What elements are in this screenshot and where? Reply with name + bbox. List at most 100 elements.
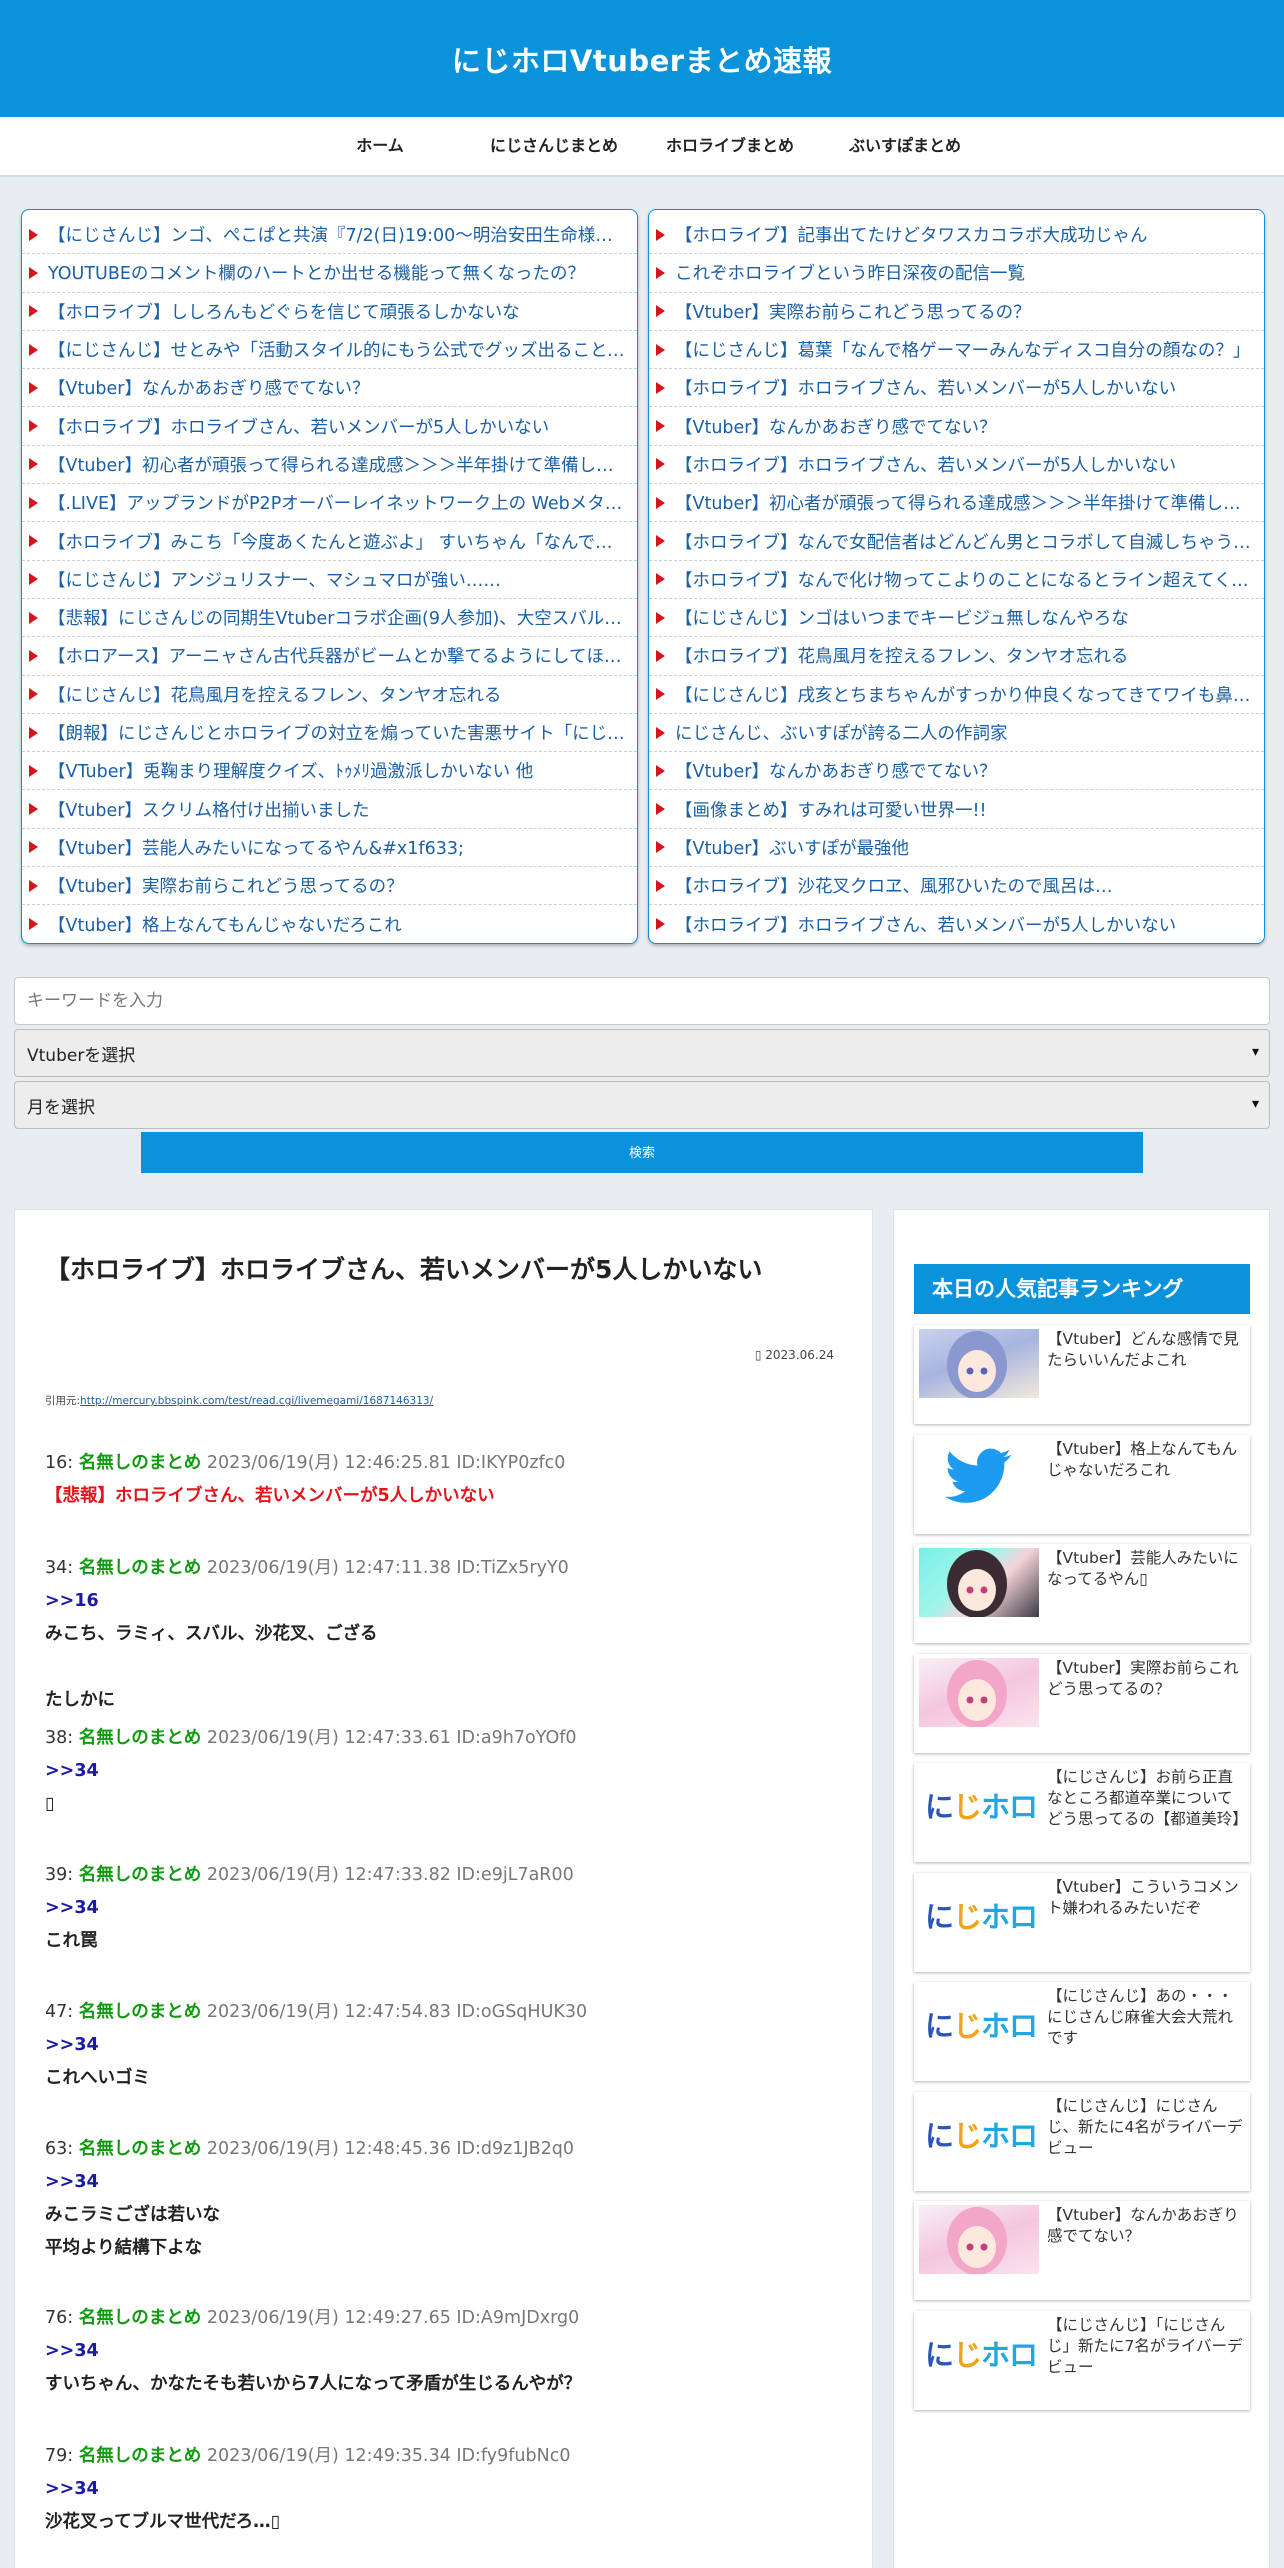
link-text[interactable]: 【にじさんじ】戌亥とちまちゃんがすっかり仲良くなってきてワイも鼻が高い	[675, 682, 1256, 707]
link-row[interactable]: 【ホロライブ】ホロライブさん、若いメンバーが5人しかいない	[649, 369, 1264, 408]
ranking-item[interactable]: 【Vtuber】実際お前らこれどう思ってるの？	[914, 1653, 1250, 1753]
link-text[interactable]: 【ホロアース】アーニャさん古代兵器がビームとか撃てるようにしてほしい	[48, 643, 629, 668]
link-text[interactable]: 【にじさんじ】葛葉「なんで格ゲーマーみんなディスコ自分の顔なの？」	[675, 337, 1250, 362]
link-row[interactable]: 【Vtuber】実際お前らこれどう思ってるの？	[22, 867, 637, 906]
reply-anchor-link[interactable]: >>34	[45, 1892, 845, 1925]
link-row[interactable]: 【.LIVE】アップランドがP2Pオーバーレイネットワーク上の Webメタバース	[22, 484, 637, 523]
link-text[interactable]: 【Vtuber】ぶいすぽが最強他	[675, 835, 909, 860]
link-row[interactable]: 【にじさんじ】ンゴ、ぺこぱと共演『7/2(日)19:00〜明治安田生命様のプロモ…	[22, 216, 637, 255]
link-row[interactable]: 【ホロライブ】花鳥風月を控えるフレン、タンヤオ忘れる	[649, 637, 1264, 676]
link-text[interactable]: にじさんじ、ぶいすぽが誇る二人の作詞家	[675, 720, 1008, 745]
link-row[interactable]: YOUTUBEのコメント欄のハートとか出せる機能って無くなったの？	[22, 254, 637, 293]
ranking-item[interactable]: にじホロ 【にじさんじ】あの・・・にじさんじ麻雀大会大荒れです	[914, 1982, 1250, 2081]
link-row[interactable]: 【画像まとめ】すみれは可愛い世界一!!	[649, 790, 1264, 829]
ranking-item[interactable]: にじホロ 【にじさんじ】にじさんじ、新たに4名がライバーデビュー	[914, 2091, 1250, 2191]
link-row[interactable]: 【にじさんじ】戌亥とちまちゃんがすっかり仲良くなってきてワイも鼻が高い	[649, 676, 1264, 714]
link-text[interactable]: 【.LIVE】アップランドがP2Pオーバーレイネットワーク上の Webメタバース	[48, 490, 629, 515]
keyword-search-input[interactable]	[14, 977, 1270, 1025]
link-row[interactable]: 【ホロライブ】なんで化け物ってこよりのことになるとライン超えてくるの	[649, 561, 1264, 599]
reply-anchor-link[interactable]: >>34	[45, 2473, 845, 2506]
link-text[interactable]: 【にじさんじ】ンゴはいつまでキービジュ無しなんやろな	[675, 605, 1129, 630]
link-row[interactable]: 【Vtuber】芸能人みたいになってるやん&#x1f633;	[22, 829, 637, 868]
link-row[interactable]: 【ホロライブ】ホロライブさん、若いメンバーが5人しかいない	[649, 905, 1264, 943]
link-text[interactable]: 【ホロライブ】ホロライブさん、若いメンバーが5人しかいない	[675, 452, 1176, 477]
reply-anchor-link[interactable]: >>16	[45, 1585, 845, 1618]
link-text[interactable]: 【にじさんじ】アンジュリスナー、マシュマロが強い……	[48, 567, 501, 592]
link-row[interactable]: 【ホロライブ】記事出てたけどタワスカコラボ大成功じゃん	[649, 216, 1264, 255]
link-text[interactable]: 【Vtuber】なんかあおぎり感でてない？	[675, 758, 997, 783]
link-text[interactable]: 【Vtuber】スクリム格付け出揃いました	[48, 797, 370, 822]
link-text[interactable]: 【Vtuber】実際お前らこれどう思ってるの？	[48, 873, 404, 898]
link-row[interactable]: 【Vtuber】初心者が頑張って得られる達成感＞＞＞半年掛けて準備した企画	[649, 484, 1264, 523]
link-text[interactable]: 【Vtuber】なんかあおぎり感でてない？	[48, 375, 370, 400]
link-row[interactable]: 【Vtuber】ぶいすぽが最強他	[649, 829, 1264, 868]
link-text[interactable]: 【にじさんじ】ンゴ、ぺこぱと共演『7/2(日)19:00〜明治安田生命様のプロモ…	[48, 222, 629, 247]
link-row[interactable]: 【にじさんじ】ンゴはいつまでキービジュ無しなんやろな	[649, 599, 1264, 638]
nav-vspo[interactable]: ぶいすぽまとめ	[836, 117, 974, 175]
link-text[interactable]: 【画像まとめ】すみれは可愛い世界一!!	[675, 797, 987, 822]
nav-hololive[interactable]: ホロライブまとめ	[656, 117, 804, 175]
link-row[interactable]: 【朗報】にじさんじとホロライブの対立を煽っていた害悪サイト「にじホロ速報」	[22, 714, 637, 753]
month-select[interactable]: 月を選択 ▾	[14, 1081, 1270, 1129]
link-row[interactable]: にじさんじ、ぶいすぽが誇る二人の作詞家	[649, 714, 1264, 753]
link-text[interactable]: 【ホロライブ】ホロライブさん、若いメンバーが5人しかいない	[48, 414, 549, 439]
link-row[interactable]: 【Vtuber】実際お前らこれどう思ってるの？	[649, 293, 1264, 331]
link-text[interactable]: 【にじさんじ】せとみや「活動スタイル的にもう公式でグッズ出ることないと思う」	[48, 337, 629, 362]
link-text[interactable]: 【悲報】にじさんじの同期生Vtuberコラボ企画(9人参加)、大空スバルとか	[48, 605, 629, 630]
ranking-item[interactable]: 【Vtuber】なんかあおぎり感でてない？	[914, 2201, 1250, 2300]
link-text[interactable]: 【Vtuber】格上なんてもんじゃないだろこれ	[48, 912, 402, 937]
link-text[interactable]: 【Vtuber】芸能人みたいになってるやん&#x1f633;	[48, 835, 464, 860]
link-row[interactable]: 【Vtuber】初心者が頑張って得られる達成感＞＞＞半年掛けて準備した企画	[22, 446, 637, 485]
ranking-item[interactable]: にじホロ 【Vtuber】こういうコメント嫌われるみたいだぞ	[914, 1872, 1250, 1972]
link-row[interactable]: これぞホロライブという昨日深夜の配信一覧	[649, 254, 1264, 293]
reply-anchor-link[interactable]: >>34	[45, 2166, 845, 2199]
link-text[interactable]: 【Vtuber】初心者が頑張って得られる達成感＞＞＞半年掛けて準備した企画	[48, 452, 629, 477]
link-text[interactable]: 【にじさんじ】花鳥風月を控えるフレン、タンヤオ忘れる	[48, 682, 501, 707]
link-text[interactable]: これぞホロライブという昨日深夜の配信一覧	[675, 260, 1025, 285]
site-title[interactable]: にじホロVtuberまとめ速報	[452, 38, 832, 80]
source-link[interactable]: http://mercury.bbspink.com/test/read.cgi…	[80, 1395, 433, 1407]
link-row[interactable]: 【ホロライブ】ホロライブさん、若いメンバーが5人しかいない	[22, 407, 637, 446]
link-text[interactable]: 【ホロライブ】ホロライブさん、若いメンバーが5人しかいない	[675, 375, 1176, 400]
link-row[interactable]: 【ホロライブ】なんで女配信者はどんどん男とコラボして自滅しちゃうのか	[649, 522, 1264, 561]
reply-anchor-link[interactable]: >>34	[45, 2029, 845, 2062]
reply-anchor-link[interactable]: >>34	[45, 1755, 845, 1788]
link-text[interactable]: 【Vtuber】初心者が頑張って得られる達成感＞＞＞半年掛けて準備した企画	[675, 490, 1256, 515]
link-row[interactable]: 【ホロライブ】沙花叉クロヱ、風邪ひいたので風呂は…	[649, 867, 1264, 906]
link-row[interactable]: 【Vtuber】格上なんてもんじゃないだろこれ	[22, 905, 637, 943]
link-text[interactable]: 【Vtuber】実際お前らこれどう思ってるの？	[675, 299, 1031, 324]
link-text[interactable]: 【ホロライブ】記事出てたけどタワスカコラボ大成功じゃん	[675, 222, 1148, 247]
link-row[interactable]: 【ホロライブ】ホロライブさん、若いメンバーが5人しかいない	[649, 446, 1264, 485]
link-row[interactable]: 【ホロライブ】みこち「今度あくたんと遊ぶよ」 すいちゃん「なんであたしとは」	[22, 522, 637, 561]
ranking-item[interactable]: 【Vtuber】どんな感情で見たらいいんだよこれ	[914, 1325, 1250, 1424]
link-text[interactable]: 【ホロライブ】なんで化け物ってこよりのことになるとライン超えてくるの	[675, 567, 1256, 592]
ranking-item[interactable]: 【Vtuber】格上なんてもんじゃないだろこれ	[914, 1434, 1250, 1534]
link-row[interactable]: 【にじさんじ】葛葉「なんで格ゲーマーみんなディスコ自分の顔なの？」	[649, 331, 1264, 370]
nav-nijisanji[interactable]: にじさんじまとめ	[480, 117, 628, 175]
link-row[interactable]: 【Vtuber】なんかあおぎり感でてない？	[649, 752, 1264, 791]
link-row[interactable]: 【悲報】にじさんじの同期生Vtuberコラボ企画(9人参加)、大空スバルとか	[22, 599, 637, 638]
link-row[interactable]: 【Vtuber】スクリム格付け出揃いました	[22, 790, 637, 829]
reply-anchor-link[interactable]: >>34	[45, 2335, 845, 2368]
link-text[interactable]: 【ホロライブ】ホロライブさん、若いメンバーが5人しかいない	[675, 912, 1176, 937]
link-row[interactable]: 【ホロアース】アーニャさん古代兵器がビームとか撃てるようにしてほしい	[22, 637, 637, 676]
ranking-item[interactable]: にじホロ 【にじさんじ】お前ら正直なところ都道卒業についてどう思ってるの【都道美玲…	[914, 1763, 1250, 1862]
link-row[interactable]: 【にじさんじ】せとみや「活動スタイル的にもう公式でグッズ出ることないと思う」	[22, 331, 637, 370]
link-text[interactable]: 【ホロライブ】みこち「今度あくたんと遊ぶよ」 すいちゃん「なんであたしとは」	[48, 529, 629, 554]
link-text[interactable]: 【ホロライブ】花鳥風月を控えるフレン、タンヤオ忘れる	[675, 643, 1128, 668]
link-text[interactable]: 【ホロライブ】ししろんもどぐらを信じて頑張るしかないな	[48, 299, 520, 324]
ranking-item[interactable]: にじホロ 【にじさんじ】「にじさんじ」新たに7名がライバーデビュー	[914, 2310, 1250, 2410]
link-row[interactable]: 【Vtuber】なんかあおぎり感でてない？	[22, 369, 637, 408]
link-text[interactable]: 【朗報】にじさんじとホロライブの対立を煽っていた害悪サイト「にじホロ速報」	[48, 720, 629, 745]
link-row[interactable]: 【Vtuber】なんかあおぎり感でてない？	[649, 407, 1264, 446]
link-text[interactable]: 【ホロライブ】なんで女配信者はどんどん男とコラボして自滅しちゃうのか	[675, 529, 1256, 554]
link-text[interactable]: 【ホロライブ】沙花叉クロヱ、風邪ひいたので風呂は…	[675, 873, 1113, 898]
link-text[interactable]: 【Vtuber】なんかあおぎり感でてない？	[675, 414, 997, 439]
ranking-item[interactable]: 【Vtuber】芸能人みたいになってるやん▯	[914, 1544, 1250, 1643]
link-row[interactable]: 【VTuber】兎鞠まり理解度クイズ、ﾄｩﾒﾘ過激派しかいない 他	[22, 752, 637, 791]
link-row[interactable]: 【ホロライブ】ししろんもどぐらを信じて頑張るしかないな	[22, 293, 637, 331]
search-button[interactable]: 検索	[141, 1132, 1143, 1173]
vtuber-select[interactable]: Vtuberを選択 ▾	[14, 1029, 1270, 1077]
nav-home[interactable]: ホーム	[330, 117, 430, 175]
link-row[interactable]: 【にじさんじ】アンジュリスナー、マシュマロが強い……	[22, 561, 637, 599]
